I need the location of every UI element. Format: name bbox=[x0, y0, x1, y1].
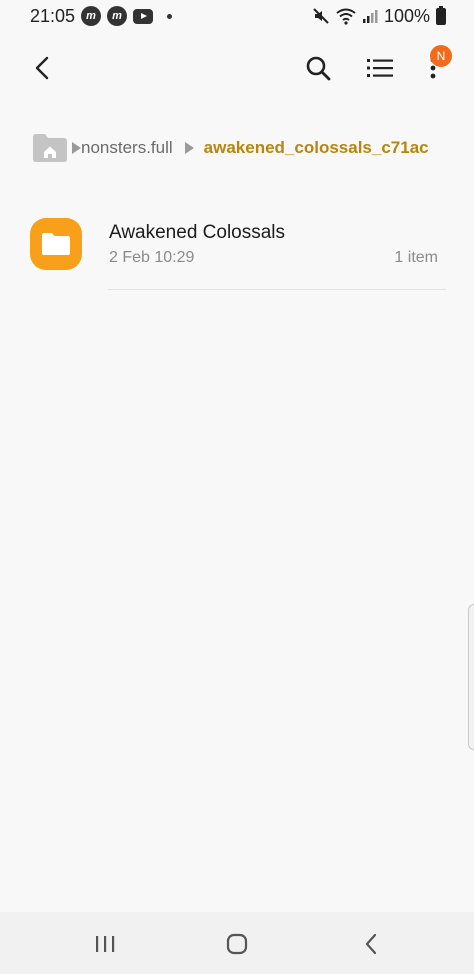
list-divider bbox=[108, 289, 446, 290]
messenger-icon: m bbox=[107, 6, 128, 26]
list-icon bbox=[367, 59, 393, 77]
folder-icon bbox=[30, 218, 82, 270]
folder-glyph-icon bbox=[42, 233, 70, 255]
wifi-icon bbox=[336, 8, 356, 25]
home-folder-icon bbox=[33, 134, 67, 162]
folder-name: Awakened Colossals bbox=[109, 222, 286, 243]
folder-item-count: 1 item bbox=[394, 249, 438, 266]
breadcrumb: nonsters.full awakened_colossals_c71ac bbox=[32, 128, 474, 168]
folder-date: 2 Feb 10:29 bbox=[109, 249, 195, 266]
battery-percent: 100% bbox=[383, 5, 430, 26]
messenger-icon: m bbox=[81, 6, 102, 26]
recents-icon bbox=[96, 936, 115, 952]
mute-icon bbox=[313, 8, 329, 24]
status-left: 21:05 m m bbox=[30, 5, 173, 27]
my-files-screen: 21:05 m m 100% N nonsters.full awakened_… bbox=[0, 0, 474, 974]
breadcrumb-current: awakened_colossals_c71ac bbox=[203, 138, 429, 157]
breadcrumb-separator-icon bbox=[72, 142, 81, 154]
breadcrumb-home[interactable] bbox=[32, 131, 68, 165]
breadcrumb-separator-icon bbox=[184, 142, 194, 154]
chevron-left-icon bbox=[35, 56, 49, 80]
home-icon bbox=[226, 933, 248, 955]
list-view-button[interactable] bbox=[362, 50, 398, 86]
status-bar: 21:05 m m 100% bbox=[0, 0, 474, 32]
status-right: 100% bbox=[312, 5, 446, 27]
youtube-icon bbox=[133, 8, 154, 24]
scroll-handle[interactable] bbox=[468, 604, 474, 750]
back-button[interactable] bbox=[24, 50, 60, 86]
breadcrumb-parent[interactable]: nonsters.full bbox=[81, 138, 173, 158]
back-arrow-icon bbox=[365, 933, 377, 955]
navigation-bar bbox=[0, 912, 474, 974]
status-time: 21:05 bbox=[30, 5, 76, 26]
home-button[interactable] bbox=[217, 924, 257, 964]
nav-back-button[interactable] bbox=[351, 924, 391, 964]
signal-icon bbox=[362, 10, 378, 23]
search-button[interactable] bbox=[300, 50, 336, 86]
new-badge: N bbox=[430, 45, 452, 67]
dot-icon bbox=[167, 13, 173, 19]
list-item[interactable]: Awakened Colossals 2 Feb 10:29 1 item bbox=[0, 208, 474, 290]
toolbar bbox=[0, 40, 474, 96]
search-icon bbox=[306, 56, 331, 81]
battery-icon bbox=[436, 5, 446, 25]
recent-apps-button[interactable] bbox=[85, 924, 125, 964]
